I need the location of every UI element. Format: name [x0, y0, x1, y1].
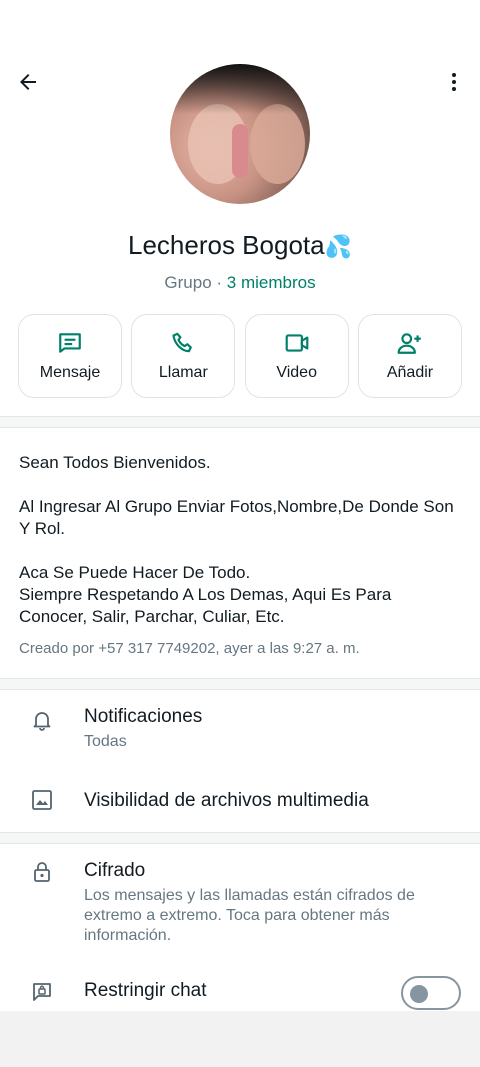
restricted-chat-icon — [33, 983, 51, 1001]
back-button[interactable] — [10, 64, 46, 100]
message-icon — [59, 333, 81, 353]
bell-icon — [33, 712, 51, 731]
group-name: Lecheros Bogota💦 — [0, 230, 480, 261]
droplets-emoji: 💦 — [324, 234, 352, 259]
restrict-chat-row[interactable]: Restringir chat — [0, 966, 480, 1016]
section-divider — [0, 832, 480, 844]
description-line: Al Ingresar Al Grupo Enviar Fotos,Nombre… — [19, 497, 454, 538]
navigation-bar — [0, 1011, 480, 1067]
encryption-row[interactable]: Cifrado Los mensajes y las llamadas está… — [0, 846, 480, 954]
restrict-chat-title: Restringir chat — [84, 980, 207, 1001]
video-button[interactable]: Video — [244, 314, 349, 398]
toggle-knob — [410, 985, 428, 1003]
video-button-label: Video — [276, 364, 317, 381]
image-icon — [32, 790, 52, 810]
more-vertical-icon — [452, 73, 456, 91]
encryption-description: Los mensajes y las llamadas están cifrad… — [84, 887, 415, 944]
separator: · — [211, 273, 227, 292]
phone-icon — [172, 332, 193, 353]
group-description[interactable]: Sean Todos Bienvenidos. Al Ingresar Al G… — [19, 452, 464, 628]
group-name-text: Lecheros Bogota — [128, 230, 325, 260]
add-button[interactable]: Añadir — [357, 314, 462, 398]
media-visibility-row[interactable]: Visibilidad de archivos multimedia — [0, 774, 480, 830]
section-divider — [0, 678, 480, 690]
restrict-chat-toggle[interactable] — [401, 976, 461, 1010]
group-type-label: Grupo — [164, 273, 212, 292]
media-visibility-title: Visibilidad de archivos multimedia — [84, 790, 369, 811]
notifications-value: Todas — [84, 733, 127, 750]
encryption-title: Cifrado — [84, 860, 146, 881]
description-line: Aca Se Puede Hacer De Todo. — [19, 563, 251, 582]
action-buttons: Mensaje Llamar Video Añadir — [18, 314, 462, 398]
group-avatar[interactable] — [170, 64, 310, 204]
created-by-text: Creado por +57 317 7749202, ayer a las 9… — [19, 640, 360, 657]
notifications-row[interactable]: Notificaciones Todas — [0, 690, 480, 770]
message-button-label: Mensaje — [39, 364, 101, 381]
description-line: Siempre Respetando A Los Demas, Aqui Es … — [19, 585, 392, 626]
message-button[interactable]: Mensaje — [18, 314, 122, 398]
lock-icon — [34, 862, 50, 882]
top-bar — [0, 0, 480, 60]
add-button-label: Añadir — [386, 364, 434, 381]
call-button[interactable]: Llamar — [131, 314, 236, 398]
video-icon — [285, 334, 309, 352]
arrow-left-icon — [20, 74, 36, 90]
members-count-link[interactable]: 3 miembros — [227, 273, 316, 292]
add-person-icon — [397, 333, 421, 354]
group-subtitle: Grupo · 3 miembros — [0, 273, 480, 293]
more-options-button[interactable] — [436, 64, 472, 100]
call-button-label: Llamar — [158, 364, 208, 381]
notifications-title: Notificaciones — [84, 706, 203, 727]
section-divider — [0, 416, 480, 428]
description-line: Sean Todos Bienvenidos. — [19, 453, 211, 472]
